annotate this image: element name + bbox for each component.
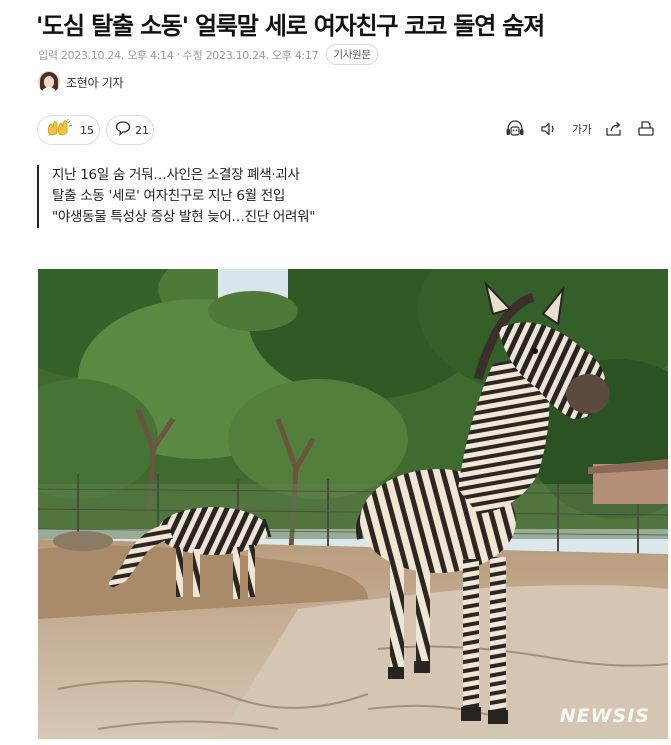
reaction-button[interactable]: 15	[37, 115, 100, 145]
published-time: 입력 2023.10.24. 오후 4:14	[38, 48, 174, 62]
headphone-robot-icon[interactable]	[504, 118, 526, 140]
original-article-link[interactable]: 기사원문	[326, 44, 378, 65]
comment-count: 21	[135, 123, 149, 137]
reaction-count: 15	[80, 123, 94, 137]
headline: '도심 탈출 소동' 얼룩말 세로 여자친구 코코 돌연 숨져	[36, 12, 545, 40]
comment-button[interactable]: 21	[106, 115, 154, 145]
article-tools: 가가	[504, 118, 655, 140]
zebra-photo[interactable]: NEWSIS	[38, 269, 668, 739]
photo-watermark: NEWSIS	[559, 705, 650, 727]
meta-separator: ·	[176, 48, 181, 61]
comment-icon	[115, 120, 131, 140]
speaker-icon[interactable]	[538, 118, 560, 140]
article-meta: 입력 2023.10.24. 오후 4:14 · 수정 2023.10.24. …	[38, 44, 378, 65]
font-size-button[interactable]: 가가	[572, 118, 592, 140]
article-summary: 지난 16일 숨 거둬…사인은 소결장 폐색·괴사 탈출 소동 '세로' 여자친…	[37, 165, 315, 228]
summary-line: 탈출 소동 '세로' 여자친구로 지난 6월 전입	[52, 188, 285, 204]
print-icon[interactable]	[637, 118, 655, 140]
reporter-avatar[interactable]	[38, 71, 60, 93]
modified-time: 수정 2023.10.24. 오후 4:17	[182, 48, 319, 62]
reporter-name[interactable]: 조현아 기자	[66, 74, 124, 91]
reporter[interactable]: 조현아 기자	[38, 71, 124, 93]
summary-line: 지난 16일 숨 거둬…사인은 소결장 폐색·괴사	[52, 167, 300, 183]
summary-line: "야생동물 특성상 증상 발현 늦어…진단 어려워"	[52, 209, 316, 225]
share-icon[interactable]	[603, 118, 625, 140]
clap-hands-icon	[46, 119, 76, 141]
